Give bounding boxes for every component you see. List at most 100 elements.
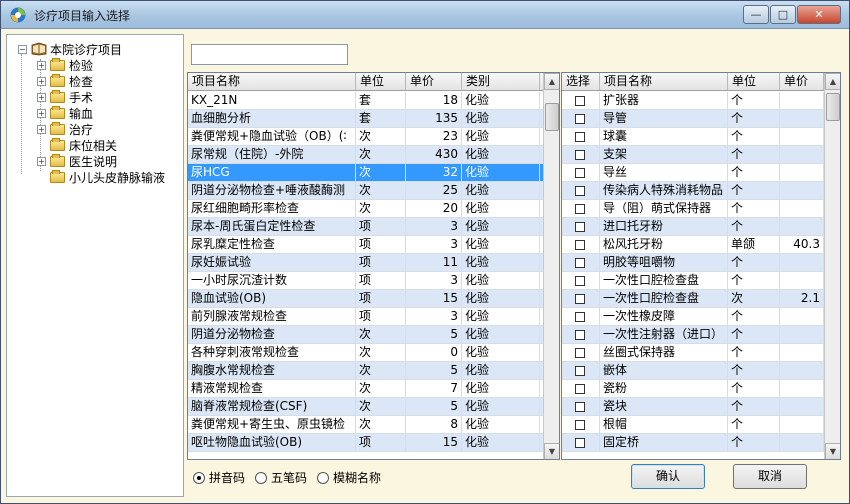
table-row[interactable]: 松风托牙粉 单颌 40.3 bbox=[562, 236, 824, 254]
selection-table-scrollbar[interactable]: ▲ ▼ bbox=[824, 73, 840, 459]
select-checkbox[interactable] bbox=[575, 294, 585, 304]
table-row[interactable]: 导丝个 bbox=[562, 164, 824, 182]
table-row[interactable]: 隐血试验(OB) 项 15 化验 bbox=[188, 290, 544, 308]
checkbox-cell[interactable] bbox=[562, 434, 600, 451]
checkbox-cell[interactable] bbox=[562, 164, 600, 181]
checkbox-cell[interactable] bbox=[562, 254, 600, 271]
table-row[interactable]: 传染病人特殊消耗物品个 bbox=[562, 182, 824, 200]
checkbox-cell[interactable] bbox=[562, 128, 600, 145]
close-button[interactable]: ✕ bbox=[797, 5, 841, 24]
table-row[interactable]: 尿乳糜定性检查项 3 化验 bbox=[188, 236, 544, 254]
table-row[interactable]: 精液常规检查次 7 化验 bbox=[188, 380, 544, 398]
checkbox-cell[interactable] bbox=[562, 326, 600, 343]
select-checkbox[interactable] bbox=[575, 150, 585, 160]
checkbox-cell[interactable] bbox=[562, 290, 600, 307]
select-checkbox[interactable] bbox=[575, 258, 585, 268]
expand-icon[interactable]: + bbox=[37, 156, 46, 166]
checkbox-cell[interactable] bbox=[562, 380, 600, 397]
select-checkbox[interactable] bbox=[575, 348, 585, 358]
expand-icon[interactable]: + bbox=[37, 76, 46, 86]
table-row[interactable]: 尿本-周氏蛋白定性检查项 3 化验 bbox=[188, 218, 544, 236]
select-checkbox[interactable] bbox=[575, 96, 585, 106]
select-checkbox[interactable] bbox=[575, 312, 585, 322]
table-row[interactable]: 粪便常规+寄生虫、原虫镜检次 8 化验 bbox=[188, 416, 544, 434]
search-mode-option[interactable]: 模糊名称 bbox=[317, 469, 381, 486]
select-checkbox[interactable] bbox=[575, 168, 585, 178]
checkbox-cell[interactable] bbox=[562, 272, 600, 289]
table-row[interactable]: 血细胞分析套 135 化验 bbox=[188, 110, 544, 128]
tree-item[interactable]: + 治疗 bbox=[37, 121, 93, 137]
expand-icon[interactable]: + bbox=[37, 60, 46, 70]
radio-button[interactable] bbox=[193, 471, 205, 484]
ok-button[interactable]: 确认 bbox=[631, 464, 705, 489]
column-header[interactable]: 单位 bbox=[728, 73, 780, 90]
table-row[interactable]: 进口托牙粉个 bbox=[562, 218, 824, 236]
select-checkbox[interactable] bbox=[575, 402, 585, 412]
select-checkbox[interactable] bbox=[575, 420, 585, 430]
select-checkbox[interactable] bbox=[575, 438, 585, 448]
table-row[interactable]: 球囊个 bbox=[562, 128, 824, 146]
table-row[interactable]: KX_21N 套 18 化验 bbox=[188, 92, 544, 110]
tree-item[interactable]: 小儿头皮静脉输液 bbox=[37, 169, 165, 185]
table-row[interactable]: 阴道分泌物检查+唾液酸酶测次 25 化验 bbox=[188, 182, 544, 200]
column-header[interactable]: 单价 bbox=[406, 73, 462, 90]
table-row[interactable]: 一次性口腔检查盘个 bbox=[562, 272, 824, 290]
table-row[interactable]: 根帽个 bbox=[562, 416, 824, 434]
checkbox-cell[interactable] bbox=[562, 92, 600, 109]
column-header[interactable]: 项目名称 bbox=[188, 73, 356, 90]
table-row[interactable]: 尿HCG 次 32 化验 bbox=[188, 164, 544, 182]
table-row[interactable]: 脑脊液常规检查(CSF) 次 5 化验 bbox=[188, 398, 544, 416]
checkbox-cell[interactable] bbox=[562, 308, 600, 325]
table-row[interactable]: 呕吐物隐血试验(OB) 项 15 化验 bbox=[188, 434, 544, 452]
checkbox-cell[interactable] bbox=[562, 416, 600, 433]
select-checkbox[interactable] bbox=[575, 276, 585, 286]
table-row[interactable]: 粪便常规+隐血试验（OB）(∶ 次 23 化验 bbox=[188, 128, 544, 146]
select-checkbox[interactable] bbox=[575, 384, 585, 394]
table-row[interactable]: 嵌体个 bbox=[562, 362, 824, 380]
tree-root[interactable]: − 本院诊疗项目 bbox=[18, 41, 122, 57]
table-row[interactable]: 一次性注射器（进口）个 bbox=[562, 326, 824, 344]
checkbox-cell[interactable] bbox=[562, 182, 600, 199]
scroll-down-arrow-icon[interactable]: ▼ bbox=[825, 443, 840, 459]
checkbox-cell[interactable] bbox=[562, 344, 600, 361]
scroll-up-arrow-icon[interactable]: ▲ bbox=[544, 73, 559, 90]
table-row[interactable]: 一次性橡皮障个 bbox=[562, 308, 824, 326]
select-checkbox[interactable] bbox=[575, 366, 585, 376]
table-row[interactable]: 一次性口腔检查盘次 2.1 bbox=[562, 290, 824, 308]
scroll-down-arrow-icon[interactable]: ▼ bbox=[544, 443, 559, 459]
cancel-button[interactable]: 取消 bbox=[733, 464, 807, 489]
table-row[interactable]: 瓷粉个 bbox=[562, 380, 824, 398]
tree-item[interactable]: 床位相关 bbox=[37, 137, 117, 153]
expand-icon[interactable]: + bbox=[37, 108, 46, 118]
table-row[interactable]: 明胶等咀嚼物个 bbox=[562, 254, 824, 272]
checkbox-cell[interactable] bbox=[562, 200, 600, 217]
table-row[interactable]: 扩张器个 bbox=[562, 92, 824, 110]
tree-item[interactable]: + 医生说明 bbox=[37, 153, 117, 169]
column-header[interactable]: 单位 bbox=[356, 73, 406, 90]
search-input[interactable] bbox=[191, 44, 348, 65]
radio-button[interactable] bbox=[317, 471, 330, 484]
table-row[interactable]: 胸腹水常规检查次 5 化验 bbox=[188, 362, 544, 380]
table-row[interactable]: 阴道分泌物检查次 5 化验 bbox=[188, 326, 544, 344]
table-row[interactable]: 导管个 bbox=[562, 110, 824, 128]
select-checkbox[interactable] bbox=[575, 240, 585, 250]
table-row[interactable]: 尿妊娠试验项 11 化验 bbox=[188, 254, 544, 272]
radio-button[interactable] bbox=[255, 471, 268, 484]
scroll-up-arrow-icon[interactable]: ▲ bbox=[825, 73, 840, 90]
checkbox-cell[interactable] bbox=[562, 146, 600, 163]
tree-item[interactable]: + 检查 bbox=[37, 73, 93, 89]
scroll-thumb[interactable] bbox=[545, 103, 559, 131]
collapse-icon[interactable]: − bbox=[18, 44, 27, 54]
table-row[interactable]: 瓷块个 bbox=[562, 398, 824, 416]
item-table-scrollbar[interactable]: ▲ ▼ bbox=[543, 73, 559, 459]
select-checkbox[interactable] bbox=[575, 330, 585, 340]
select-checkbox[interactable] bbox=[575, 186, 585, 196]
column-header[interactable]: 选择 bbox=[562, 73, 600, 90]
checkbox-cell[interactable] bbox=[562, 110, 600, 127]
tree-item[interactable]: + 检验 bbox=[37, 57, 93, 73]
table-row[interactable]: 尿常规（住院）-外院次 430 化验 bbox=[188, 146, 544, 164]
scroll-thumb[interactable] bbox=[826, 93, 840, 121]
expand-icon[interactable]: + bbox=[37, 92, 46, 102]
table-row[interactable]: 导（阻）萌式保持器个 bbox=[562, 200, 824, 218]
checkbox-cell[interactable] bbox=[562, 218, 600, 235]
